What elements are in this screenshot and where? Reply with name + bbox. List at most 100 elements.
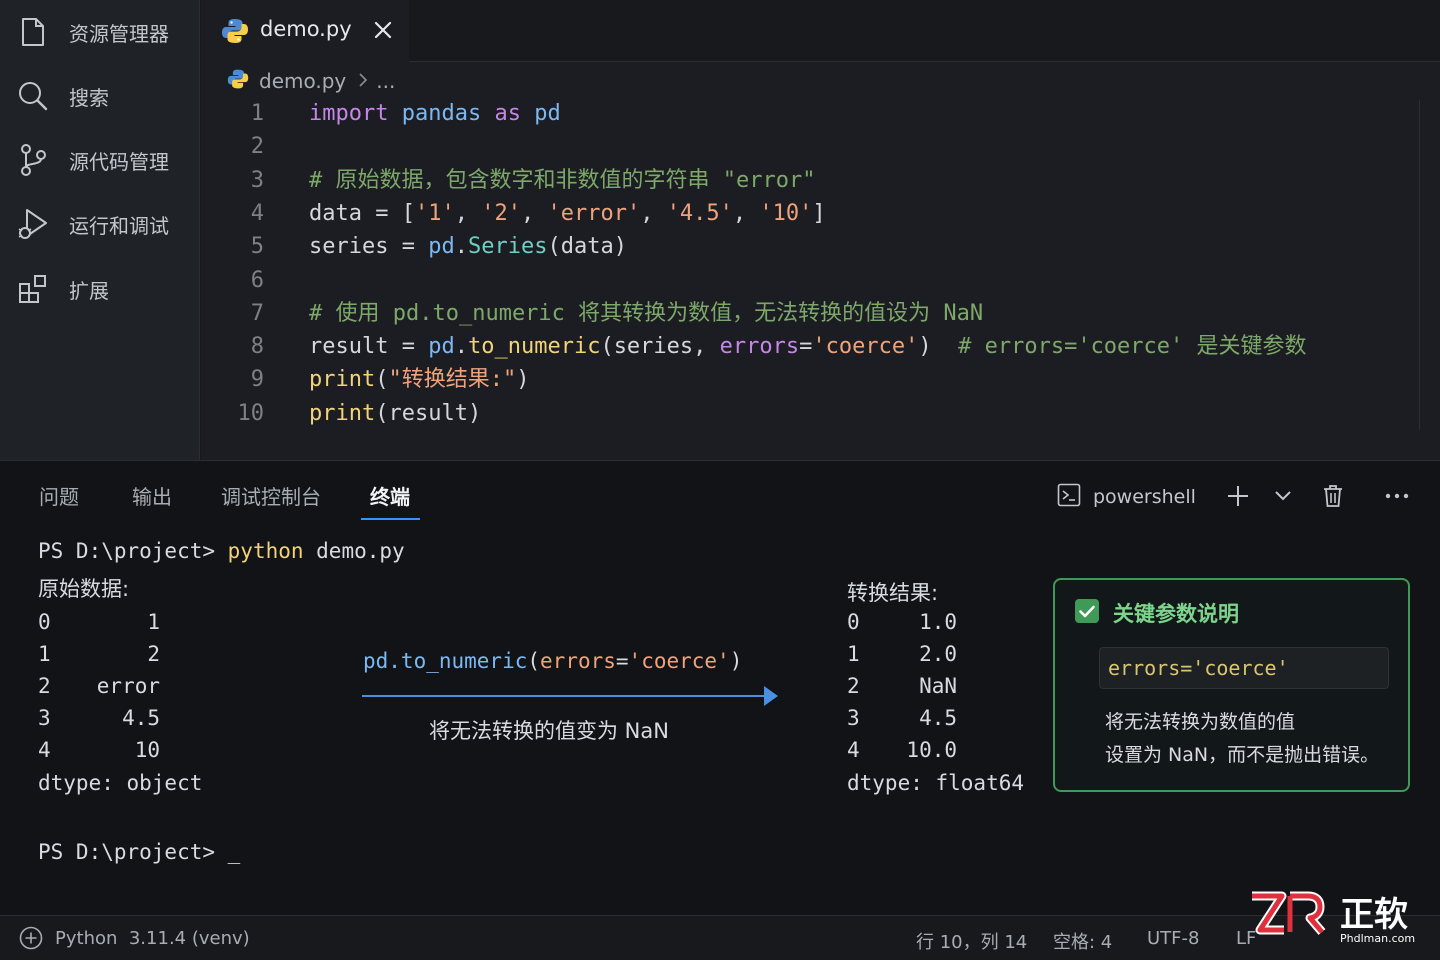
code-line[interactable]: 4 data = ['1', '2', 'error', '4.5', '10'] <box>201 197 1421 230</box>
sidebar-item-label: 扩展 <box>69 278 109 303</box>
activity-sidebar: 资源管理器 搜索 源代码管理 运行和调试 扩展 <box>0 0 200 460</box>
series-value: 2.0 <box>919 642 957 666</box>
series-row: 4 10 <box>38 738 160 762</box>
tab-debug-console[interactable]: 调试控制台 <box>221 481 321 510</box>
arrow-caption: 将无法转换的值变为 NaN <box>429 719 669 743</box>
line-number: 1 <box>250 101 264 126</box>
series-row: 1 2.0 <box>847 642 957 666</box>
code-line[interactable]: 8 result = pd.to_numeric(series, errors='… <box>201 330 1421 363</box>
code-editor: demo.py demo.py ... 1 import pandas as pd… <box>201 0 1440 460</box>
watermark-logo: 正软 Phdlman.com <box>1248 888 1438 952</box>
line-number: 2 <box>250 134 264 160</box>
series-index: 4 <box>847 738 860 762</box>
code-line[interactable]: 5 series = pd.Series(data) <box>201 230 1421 263</box>
command-args: demo.py <box>303 539 405 563</box>
series-row: 3 4.5 <box>847 706 957 730</box>
series-value: 4.5 <box>122 706 160 730</box>
original-dtype: dtype: object <box>38 771 203 795</box>
code-line[interactable]: 7 # 使用 pd.to_numeric 将其转换为数值，无法转换的值设为 NaN <box>201 297 1421 330</box>
breadcrumb: demo.py ... <box>227 66 395 96</box>
series-index: 2 <box>847 674 860 698</box>
indentation[interactable]: 空格: 4 <box>1053 928 1112 954</box>
chevron-right-icon <box>358 69 368 93</box>
sidebar-item-extensions[interactable]: 扩展 <box>0 261 200 317</box>
code-line[interactable]: 10 print(result) <box>201 397 1421 430</box>
sidebar-item-run-debug[interactable]: 运行和调试 <box>0 196 200 252</box>
code-line[interactable]: 6 <box>201 264 1421 297</box>
line-number: 5 <box>250 234 264 260</box>
series-index: 3 <box>847 706 860 730</box>
run-debug-icon <box>16 207 50 241</box>
series-value: error <box>96 674 160 698</box>
line-source: print(result) <box>309 400 482 426</box>
series-value: 1.0 <box>919 610 957 634</box>
series-row: 2 NaN <box>847 674 957 698</box>
editor-tab-bar: demo.py <box>201 0 1440 62</box>
series-row: 4 10.0 <box>847 738 957 762</box>
line-source: data = ['1', '2', 'error', '4.5', '10'] <box>309 200 826 226</box>
original-data-title: 原始数据: <box>38 577 130 601</box>
code-line[interactable]: 3 # 原始数据，包含数字和非数值的字符串 "error" <box>201 164 1421 197</box>
chevron-down-icon[interactable] <box>1268 481 1298 511</box>
checkbox-checked-icon <box>1075 599 1099 627</box>
code-line[interactable]: 9 print("转换结果:") <box>201 363 1421 396</box>
svg-text:正软: 正软 <box>1340 895 1408 935</box>
close-icon[interactable] <box>371 16 395 44</box>
line-source: print("转换结果:") <box>309 367 530 393</box>
line-number: 9 <box>250 367 264 393</box>
sidebar-item-label: 源代码管理 <box>69 149 169 174</box>
breadcrumb-symbols[interactable]: ... <box>376 69 395 93</box>
python-interpreter[interactable]: Python 3.11.4 (venv) <box>55 928 250 949</box>
series-row: 01 <box>38 610 160 634</box>
add-terminal-icon[interactable] <box>1223 481 1253 511</box>
code-line[interactable]: 2 <box>201 130 1421 163</box>
terminal-command-line[interactable]: PS D:\project> python demo.py <box>38 539 405 563</box>
arrow-code-label: pd.to_numeric(errors='coerce') <box>363 649 743 673</box>
breadcrumb-file[interactable]: demo.py <box>259 69 346 93</box>
sidebar-item-search[interactable]: 搜索 <box>0 68 200 124</box>
series-value: 10 <box>134 738 160 762</box>
tab-terminal[interactable]: 终端 <box>370 481 410 510</box>
callout-description: 将无法转换为数值的值 设置为 NaN，而不是抛出错误。 <box>1105 706 1379 772</box>
tab-demo-py[interactable]: demo.py <box>201 0 409 62</box>
series-index: 0 <box>847 610 860 634</box>
tab-output[interactable]: 输出 <box>132 481 172 510</box>
series-row: 0 1.0 <box>847 610 957 634</box>
callout-desc-line: 将无法转换为数值的值 <box>1105 711 1296 733</box>
line-source: # 原始数据，包含数字和非数值的字符串 "error" <box>309 167 816 193</box>
cursor-position[interactable]: 行 10，列 14 <box>916 928 1027 954</box>
series-row: 3 4.5 <box>38 706 160 730</box>
series-index: 4 <box>38 738 51 762</box>
series-row: 12 <box>38 642 160 666</box>
terminal-icon <box>1057 483 1081 511</box>
result-dtype: dtype: float64 <box>847 771 1025 795</box>
svg-text:Phdlman.com: Phdlman.com <box>1340 932 1415 945</box>
series-value: 10.0 <box>906 738 957 762</box>
series-index: 2 <box>38 674 51 698</box>
encoding[interactable]: UTF-8 <box>1147 928 1199 949</box>
code-line[interactable]: 1 import pandas as pd <box>201 97 1421 130</box>
series-value: 4.5 <box>919 706 957 730</box>
more-actions-icon[interactable] <box>1382 481 1412 511</box>
conversion-arrow: pd.to_numeric(errors='coerce') 将无法转换的值变为… <box>360 646 790 746</box>
line-number: 8 <box>250 334 264 360</box>
editor-scrollbar[interactable] <box>1419 100 1420 430</box>
sidebar-item-explorer[interactable]: 资源管理器 <box>0 4 200 60</box>
tab-problems[interactable]: 问题 <box>39 481 79 510</box>
active-tab-indicator <box>361 518 420 520</box>
command: python <box>227 539 304 563</box>
line-source: import pandas as pd <box>309 101 561 126</box>
sidebar-item-label: 资源管理器 <box>69 21 169 46</box>
add-circle-icon[interactable] <box>19 926 43 955</box>
line-number: 10 <box>237 400 265 426</box>
source-control-icon <box>16 143 50 177</box>
terminal-prompt[interactable]: PS D:\project> _ <box>38 840 240 864</box>
line-number: 6 <box>250 267 264 293</box>
series-value: NaN <box>919 674 957 698</box>
line-source: result = pd.to_numeric(series, errors='c… <box>309 334 1307 360</box>
shell-name: powershell <box>1093 486 1196 508</box>
code-area[interactable]: 1 import pandas as pd 2 3 # 原始数据，包含数字和非数值的字符… <box>201 97 1440 437</box>
terminal-shell-selector[interactable]: powershell <box>1057 483 1196 511</box>
trash-icon[interactable] <box>1318 481 1348 511</box>
sidebar-item-source-control[interactable]: 源代码管理 <box>0 132 200 188</box>
